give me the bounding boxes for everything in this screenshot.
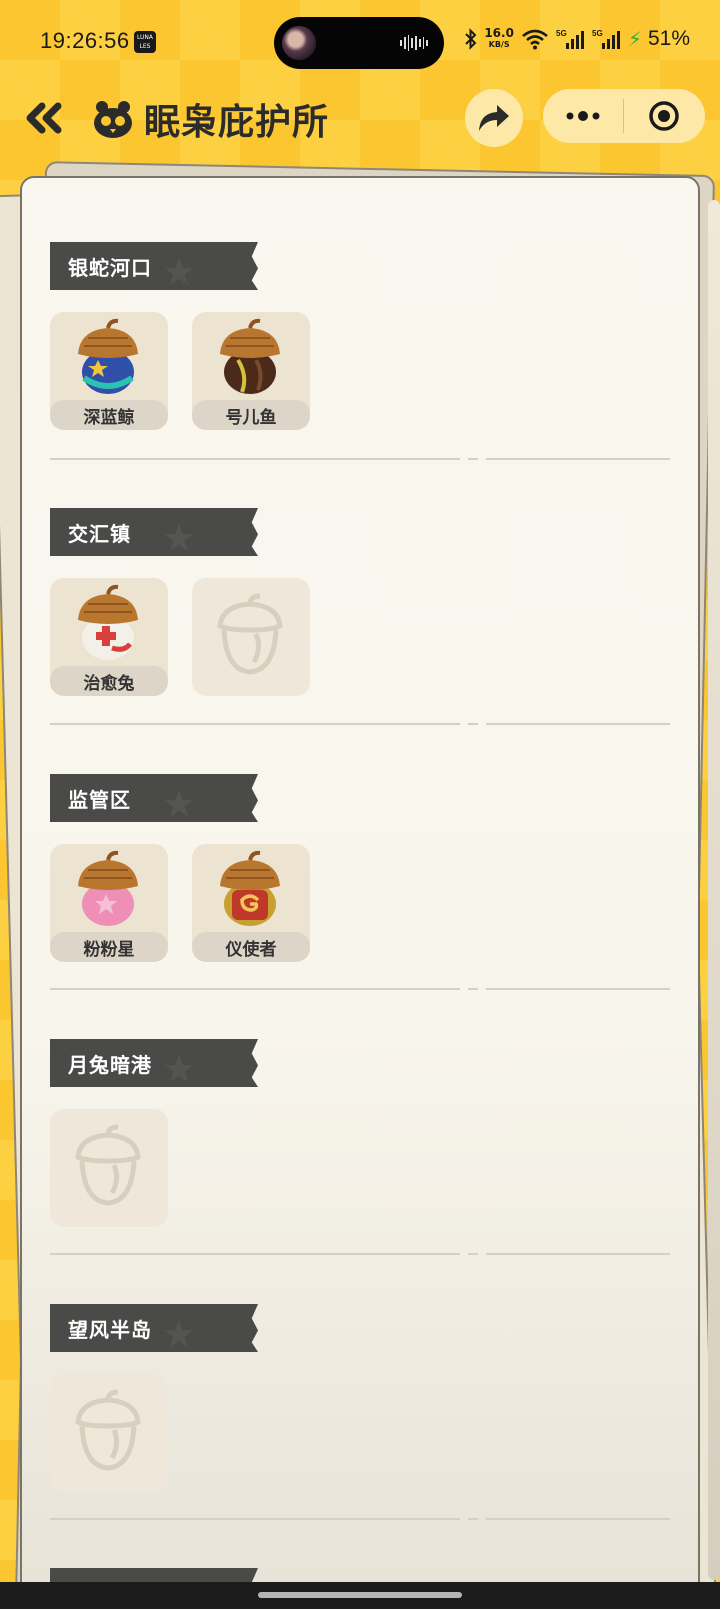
more-button[interactable]	[543, 89, 623, 143]
creature-name: 治愈兔	[50, 666, 168, 696]
status-time: 19:26:56	[40, 28, 130, 53]
creature-card[interactable]: 仪使者	[192, 844, 310, 962]
svg-text:5G: 5G	[556, 29, 567, 38]
section-title: 望风半岛	[68, 1317, 152, 1342]
app-notification-icon: LUNA LES	[134, 31, 156, 53]
status-icons: 16.0 KB/S 5G 5G ⚡ 51%	[464, 27, 690, 51]
back-button[interactable]	[22, 96, 66, 140]
section-title: 银蛇河口	[68, 255, 152, 280]
double-chevron-left-icon	[26, 102, 62, 134]
page-title: 眠枭庇护所	[144, 102, 330, 143]
signal-5g-icon: 5G	[556, 29, 584, 49]
section-region: ★ 银蛇河口 深蓝鲸 号儿鱼	[50, 242, 670, 430]
star-decoration-icon: ★	[162, 1047, 197, 1091]
section-region: ★ 月兔暗港	[50, 1039, 670, 1227]
acorn-pink-icon	[78, 850, 138, 926]
net-speed-value: 16.0	[484, 26, 514, 40]
section-title-tag: ★ 银蛇河口	[50, 242, 258, 290]
section-divider	[50, 723, 670, 725]
section-title: 月兔暗港	[68, 1052, 152, 1077]
status-bar: 19:26:56 LUNA LES 16.0 KB/S 5G 5G ⚡ 51%	[0, 0, 720, 84]
creature-card[interactable]: 深蓝鲸	[50, 312, 168, 430]
creature-card-locked[interactable]	[192, 578, 310, 696]
bluetooth-icon	[465, 28, 477, 50]
creature-card-locked[interactable]	[50, 1109, 168, 1227]
share-arrow-icon	[479, 105, 509, 131]
acorn-gold-icon	[220, 850, 280, 926]
acorn-empty-icon	[217, 593, 283, 675]
section-divider	[50, 1253, 670, 1255]
creature-card-locked[interactable]	[50, 1374, 168, 1492]
section-divider	[50, 458, 670, 460]
section-divider	[50, 1518, 670, 1520]
more-dots-icon	[566, 111, 600, 121]
creature-name: 深蓝鲸	[50, 400, 168, 430]
acorn-red-cross-icon	[78, 584, 138, 660]
acorn-empty-icon	[75, 1124, 141, 1206]
owl-logo-icon	[94, 101, 132, 138]
star-decoration-icon: ★	[162, 250, 197, 294]
media-avatar	[282, 26, 316, 60]
collection-panel[interactable]: ★ 银蛇河口 深蓝鲸 号儿鱼 ★ 交汇镇 治愈兔 ★ 监管区 粉粉星 仪使者 ★…	[20, 176, 700, 1609]
section-title-tag: ★ 监管区	[50, 774, 258, 822]
section-title-tag: ★ 望风半岛	[50, 1304, 258, 1352]
creature-name: 仪使者	[192, 932, 310, 962]
dynamic-island[interactable]	[274, 17, 444, 69]
close-button[interactable]	[624, 89, 704, 143]
net-speed-unit: KB/S	[488, 40, 510, 49]
section-title: 监管区	[68, 787, 131, 812]
creature-card[interactable]: 号儿鱼	[192, 312, 310, 430]
target-close-icon	[649, 101, 679, 131]
section-title: 交汇镇	[68, 521, 131, 546]
svg-text:5G: 5G	[592, 29, 603, 38]
home-indicator[interactable]	[258, 1592, 462, 1598]
creature-card[interactable]: 治愈兔	[50, 578, 168, 696]
signal-5g-icon-2: 5G	[592, 29, 620, 49]
section-title-tag: ★ 月兔暗港	[50, 1039, 258, 1087]
acorn-brown-icon	[220, 318, 280, 394]
acorn-empty-icon	[75, 1389, 141, 1471]
title-area: 眠枭庇护所	[92, 94, 329, 144]
share-button[interactable]	[465, 89, 523, 147]
audio-wave-icon	[400, 35, 428, 51]
star-decoration-icon: ★	[162, 516, 197, 560]
section-region: ★ 交汇镇 治愈兔	[50, 508, 670, 696]
acorn-blue-icon	[78, 318, 138, 394]
network-speed: 16.0 KB/S	[484, 26, 514, 50]
star-decoration-icon: ★	[162, 1312, 197, 1356]
creature-name: 粉粉星	[50, 932, 168, 962]
creature-name: 号儿鱼	[192, 400, 310, 430]
mini-program-capsule	[543, 89, 705, 143]
section-divider	[50, 988, 670, 990]
star-decoration-icon: ★	[162, 782, 197, 826]
section-region: ★ 监管区 粉粉星 仪使者	[50, 774, 670, 962]
creature-card[interactable]: 粉粉星	[50, 844, 168, 962]
charging-icon: ⚡	[627, 27, 642, 51]
wifi-icon	[522, 29, 548, 50]
battery-level: 51%	[647, 27, 690, 50]
section-title-tag: ★ 交汇镇	[50, 508, 258, 556]
scroll-edge	[708, 200, 720, 1580]
section-region: ★ 望风半岛	[50, 1304, 670, 1492]
